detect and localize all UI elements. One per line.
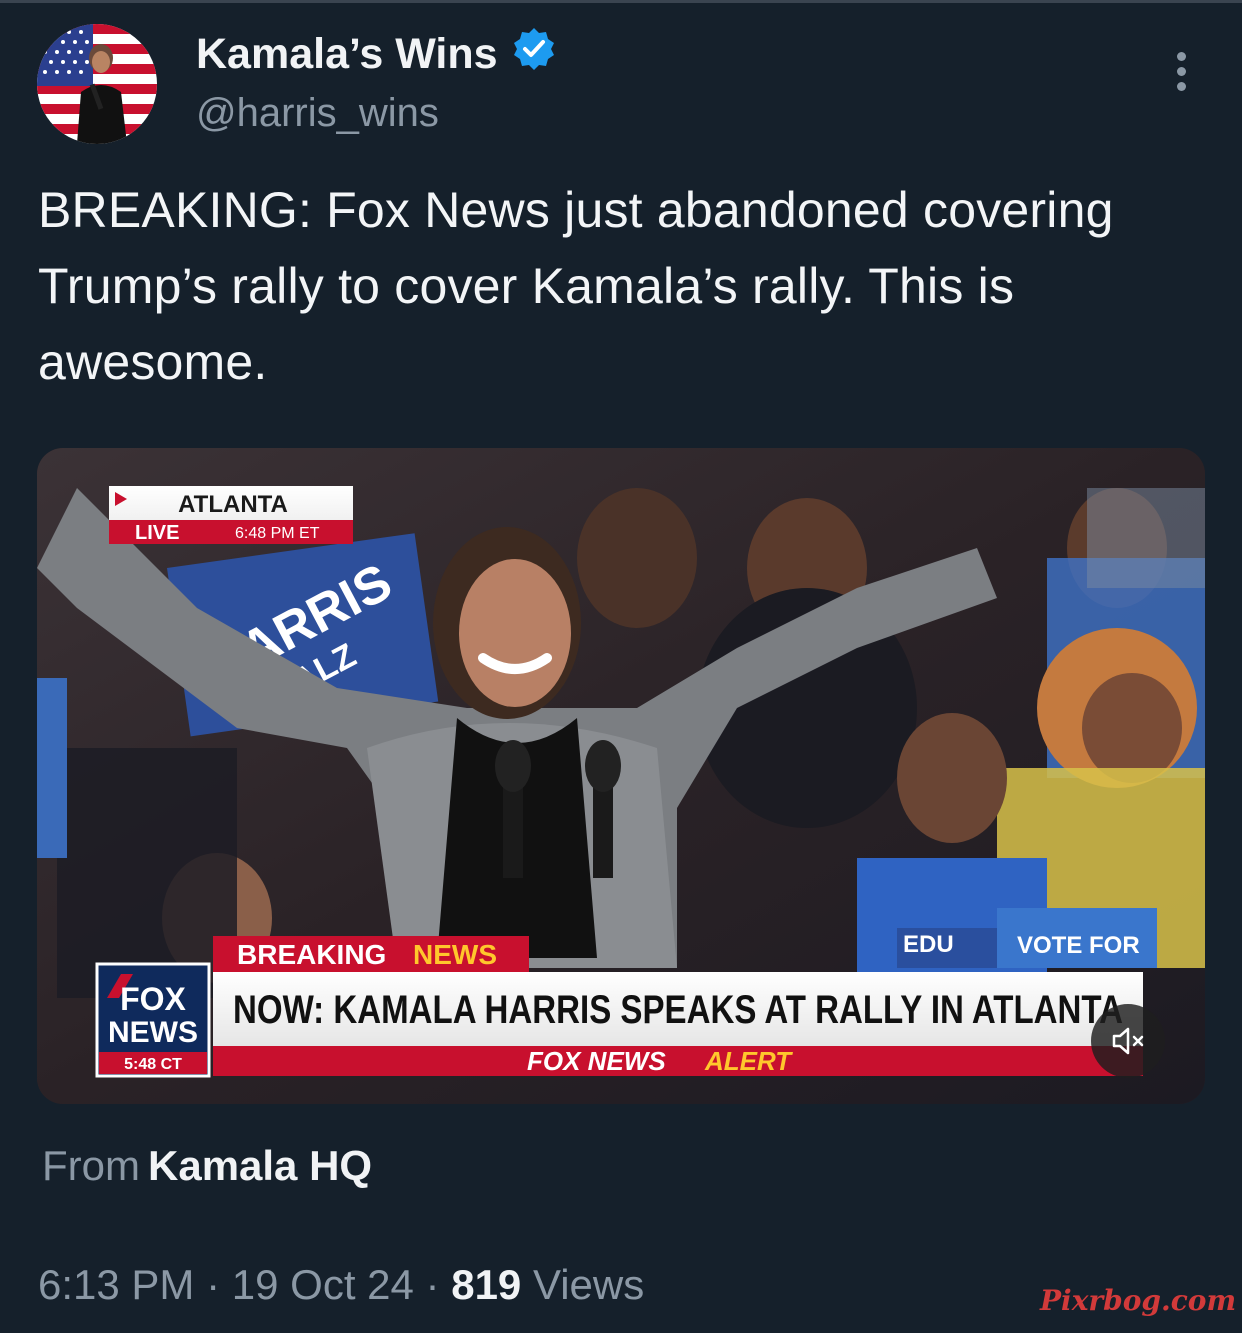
- logo-time: 5:48 CT: [124, 1056, 182, 1073]
- live-time: 6:48 PM ET: [235, 525, 320, 542]
- author-block: Kamala’s Wins @harris_wins: [196, 26, 556, 139]
- source-prefix: From: [42, 1142, 140, 1189]
- location-label: ATLANTA: [178, 491, 288, 518]
- alert-label-fox: FOX NEWS: [527, 1046, 666, 1076]
- news-label: NEWS: [413, 939, 497, 970]
- avatar-image: [37, 24, 157, 144]
- author-display-name[interactable]: Kamala’s Wins: [196, 29, 498, 79]
- logo-news: NEWS: [108, 1016, 198, 1049]
- watermark: Pixrbog.com: [1040, 1284, 1237, 1317]
- background-sign-edu: EDU: [903, 931, 954, 958]
- author-handle[interactable]: @harris_wins: [196, 87, 556, 139]
- views-count[interactable]: 819: [451, 1261, 521, 1308]
- tweet-video[interactable]: HARRIS WALZ EDU VOTE FOR ATLANTA LIVE 6:…: [37, 448, 1205, 1104]
- more-vertical-icon[interactable]: [1168, 52, 1194, 96]
- muted-speaker-icon: [1112, 1027, 1144, 1055]
- tweet-date[interactable]: 19 Oct 24: [232, 1261, 414, 1308]
- top-divider: [0, 0, 1242, 3]
- meta-separator: ·: [425, 1261, 440, 1308]
- alert-label-alert: ALERT: [704, 1046, 793, 1076]
- breaking-label: BREAKING: [237, 939, 386, 970]
- meta-separator: ·: [206, 1261, 221, 1308]
- media-source[interactable]: From Kamala HQ: [42, 1140, 372, 1192]
- source-name[interactable]: Kamala HQ: [148, 1142, 372, 1189]
- tweet-text: BREAKING: Fox News just abandoned coveri…: [38, 182, 1114, 390]
- mute-button[interactable]: [1091, 1004, 1165, 1078]
- logo-fox: FOX: [120, 981, 186, 1017]
- tweet-meta: 6:13 PM · 19 Oct 24 · 819 Views: [38, 1258, 644, 1312]
- author-avatar[interactable]: [37, 24, 157, 144]
- live-label: LIVE: [135, 522, 179, 544]
- tweet-time[interactable]: 6:13 PM: [38, 1261, 194, 1308]
- background-sign-vote: VOTE FOR: [1017, 932, 1140, 959]
- author-name-row[interactable]: Kamala’s Wins: [196, 26, 556, 81]
- video-frame: HARRIS WALZ EDU VOTE FOR ATLANTA LIVE 6:…: [37, 448, 1205, 1104]
- views-label: Views: [532, 1261, 645, 1308]
- verified-badge-icon: [512, 26, 556, 81]
- headline-text: NOW: KAMALA HARRIS SPEAKS AT RALLY IN AT…: [233, 988, 1123, 1032]
